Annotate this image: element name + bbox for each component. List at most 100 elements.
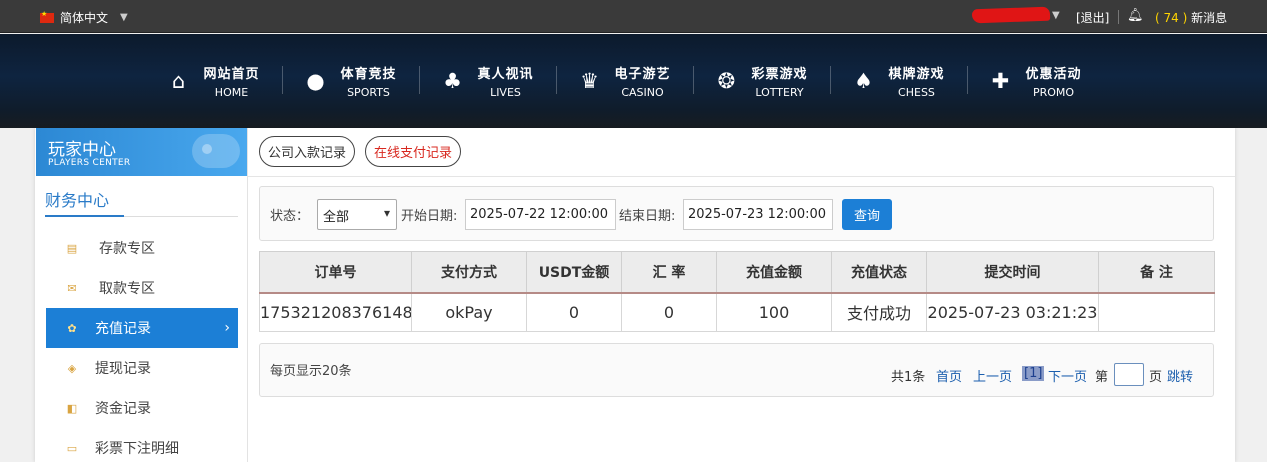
- withdraw-record-icon: ◈: [67, 361, 77, 375]
- end-date-label: 结束日期:: [619, 209, 676, 224]
- nav-label-cn: 棋牌游戏: [888, 67, 945, 82]
- nav-text: 优惠活动 PROMO: [1025, 63, 1081, 99]
- column-header: 备 注: [1098, 251, 1215, 294]
- nav-text: 彩票游戏 LOTTERY: [751, 63, 807, 99]
- new-messages-link[interactable]: ( 74 ) 新消息: [1155, 9, 1227, 26]
- sidebar-item-3[interactable]: ✿ 充值记录 ›: [46, 308, 238, 348]
- table-cell: [1098, 292, 1215, 332]
- start-date-input[interactable]: 2025-07-22 12:00:00: [465, 199, 616, 230]
- record-tabs: 公司入款记录 在线支付记录: [259, 136, 471, 167]
- query-button[interactable]: 查询: [842, 199, 892, 230]
- nav-label-cn: 电子游艺: [614, 67, 671, 82]
- table-cell: 2025-07-23 03:21:23: [926, 292, 1099, 332]
- next-page-link[interactable]: 下一页: [1048, 366, 1087, 385]
- table-cell: 0: [621, 292, 717, 332]
- page-prefix: 第: [1095, 370, 1109, 385]
- withdraw-icon: ✉: [67, 281, 77, 295]
- lottery-bet-icon: ▭: [66, 441, 78, 455]
- lottery-balls-icon: ❂: [717, 68, 736, 93]
- tab-online-payment[interactable]: 在线支付记录: [365, 136, 462, 167]
- column-header: 提交时间: [926, 251, 1099, 294]
- sidebar-item-label: 彩票下注明细: [95, 441, 179, 457]
- gamepad-icon: [192, 134, 240, 168]
- message-count: ( 74 ): [1155, 11, 1188, 25]
- section-underline: [45, 215, 124, 217]
- table-cell: 100: [716, 292, 832, 332]
- nav-item-lottery[interactable]: ❂ 彩票游戏 LOTTERY: [693, 58, 830, 104]
- deposit-icon: ▤: [66, 241, 78, 255]
- sidebar-item-6[interactable]: ▭ 彩票下注明细: [46, 428, 238, 462]
- bell-icon[interactable]: 🔔︎: [1127, 8, 1144, 23]
- nav-label-en: HOME: [214, 86, 249, 99]
- status-label: 状态：: [270, 209, 310, 224]
- funds-icon: ◧: [66, 401, 78, 415]
- tab-company-deposit[interactable]: 公司入款记录: [259, 136, 356, 167]
- gift-icon: ✚: [991, 68, 1010, 93]
- nav-label-cn: 真人视讯: [477, 67, 534, 82]
- status-select-value: 全部: [323, 210, 350, 225]
- nav-text: 电子游艺 CASINO: [614, 63, 670, 99]
- sidebar-item-label: 提现记录: [95, 361, 151, 377]
- user-menu-chevron-icon[interactable]: ▼: [1052, 10, 1060, 21]
- column-header: 订单号: [259, 251, 412, 294]
- username-redacted[interactable]: [971, 6, 1051, 24]
- nav-label-cn: 优惠活动: [1025, 67, 1082, 82]
- column-header: USDT金额: [526, 251, 622, 294]
- players-center-subtitle: PLAYERS CENTER: [48, 158, 131, 168]
- status-select[interactable]: 全部: [317, 199, 397, 230]
- column-header: 支付方式: [411, 251, 527, 294]
- divider: [1118, 10, 1119, 24]
- spade-icon: ♠: [854, 68, 873, 93]
- sidebar: 玩家中心 PLAYERS CENTER 财务中心 ▤ 存款专区 ✉ 取款专区 ✿ 充值记录…: [35, 128, 248, 462]
- total-count: 共1条: [891, 370, 926, 385]
- table-header-row: 订单号 支付方式 USDT金额汇 率充值金额 充值状态 提交时间备 注: [259, 251, 1215, 294]
- column-header: 充值状态: [831, 251, 927, 294]
- table-cell: 1753212083761487: [259, 292, 412, 332]
- message-label: 新消息: [1191, 11, 1228, 25]
- end-date-input[interactable]: 2025-07-23 12:00:00: [683, 199, 833, 230]
- sidebar-item-label: 资金记录: [95, 401, 151, 417]
- nav-item-casino[interactable]: ♛ 电子游艺 CASINO: [556, 58, 693, 104]
- nav-text: 棋牌游戏 CHESS: [888, 63, 944, 99]
- nav-label-cn: 体育竞技: [340, 67, 397, 82]
- nav-label-en: LOTTERY: [755, 86, 804, 99]
- finance-section-title: 财务中心: [45, 191, 110, 210]
- nav-text: 真人视讯 LIVES: [477, 63, 533, 99]
- jump-button[interactable]: 跳转: [1167, 366, 1193, 385]
- page-number-input[interactable]: [1114, 363, 1144, 386]
- sidebar-item-2[interactable]: ✉ 取款专区: [46, 268, 238, 308]
- prev-page-link[interactable]: 上一页: [973, 366, 1012, 385]
- per-page-text: 每页显示20条: [270, 364, 352, 379]
- main-nav: ⌂ 网站首页 HOME ● 体育竞技 SPORTS ♣ 真人视讯 LIVES ♛ 电子游艺 CASIN…: [0, 34, 1267, 128]
- start-date-label: 开始日期:: [401, 209, 458, 224]
- records-table: 订单号 支付方式 USDT金额汇 率充值金额 充值状态 提交时间备 注 17532120…: [259, 251, 1215, 332]
- nav-item-lives[interactable]: ♣ 真人视讯 LIVES: [419, 58, 556, 104]
- sidebar-item-4[interactable]: ◈ 提现记录: [46, 348, 238, 388]
- nav-item-promo[interactable]: ✚ 优惠活动 PROMO: [967, 58, 1104, 104]
- nav-label-en: LIVES: [490, 86, 521, 99]
- nav-item-sports[interactable]: ● 体育竞技 SPORTS: [282, 58, 419, 104]
- sidebar-item-label: 取款专区: [99, 281, 155, 297]
- sidebar-menu: ▤ 存款专区 ✉ 取款专区 ✿ 充值记录 › ◈ 提现记录 ◧ 资金记录 ▭ 彩票下注明细: [46, 228, 238, 462]
- column-header: 充值金额: [716, 251, 832, 294]
- players-center-header: 玩家中心 PLAYERS CENTER: [36, 128, 247, 176]
- nav-label-en: PROMO: [1032, 86, 1075, 99]
- nav-item-home[interactable]: ⌂ 网站首页 HOME: [145, 58, 282, 104]
- sidebar-item-1[interactable]: ▤ 存款专区: [46, 228, 238, 268]
- table-row: 1753212083761487 okPay 0 0 100 支付成功 2025-07-23…: [259, 292, 1215, 332]
- first-page-link[interactable]: 首页: [936, 366, 962, 385]
- nav-label-en: SPORTS: [347, 86, 390, 99]
- nav-text: 体育竞技 SPORTS: [340, 63, 396, 99]
- nav-item-chess[interactable]: ♠ 棋牌游戏 CHESS: [830, 58, 967, 104]
- sidebar-item-label: 存款专区: [99, 241, 155, 257]
- language-selector[interactable]: 简体中文 ▼: [40, 9, 128, 26]
- column-header: 汇 率: [621, 251, 717, 294]
- table-cell: 0: [526, 292, 622, 332]
- top-bar: 简体中文 ▼ ▼ [退出] 🔔︎ ( 74 ) 新消息: [0, 0, 1267, 33]
- nav-label-en: CASINO: [621, 86, 664, 99]
- china-flag-icon: [40, 10, 54, 23]
- sidebar-item-5[interactable]: ◧ 资金记录: [46, 388, 238, 428]
- basketball-icon: ●: [306, 68, 325, 93]
- logout-link[interactable]: [退出]: [1076, 9, 1109, 26]
- sidebar-item-label: 充值记录: [95, 321, 151, 337]
